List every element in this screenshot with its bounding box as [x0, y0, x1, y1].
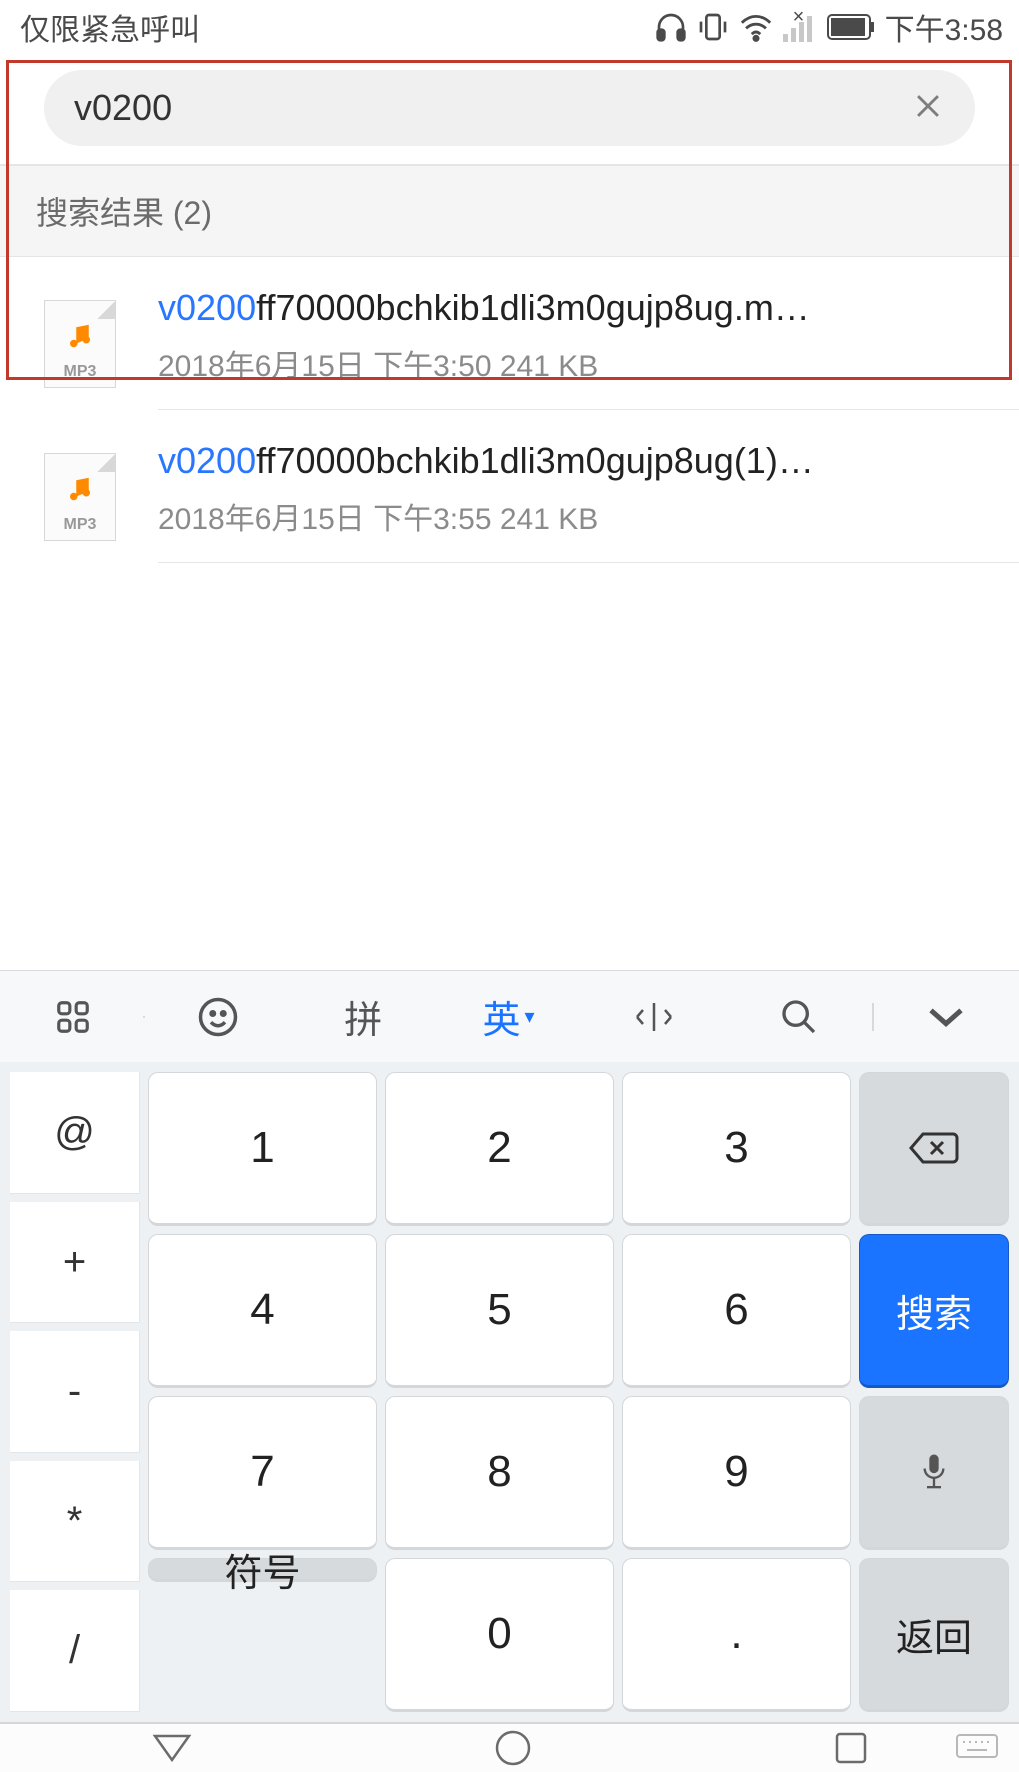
key-8[interactable]: 8	[385, 1396, 614, 1550]
search-action-key[interactable]: 搜索	[859, 1234, 1009, 1388]
key-2[interactable]: 2	[385, 1072, 614, 1226]
nav-recent-icon[interactable]	[834, 1731, 868, 1765]
nav-back-icon[interactable]	[151, 1732, 193, 1764]
file-name: v0200ff70000bchkib1dli3m0gujp8ug(1)…	[158, 440, 989, 482]
clock-label: 下午3:58	[885, 5, 1003, 49]
return-key[interactable]: 返回	[859, 1558, 1009, 1712]
search-bar	[0, 54, 1019, 166]
status-bar: 仅限紧急呼叫 × 下午3:58	[0, 0, 1019, 54]
key-9[interactable]: 9	[622, 1396, 851, 1550]
signal-icon: ×	[783, 12, 817, 42]
clear-icon[interactable]	[911, 89, 945, 128]
keyboard-english[interactable]: 英▾	[436, 989, 581, 1044]
key-star[interactable]: *	[10, 1461, 140, 1583]
keyboard-pinyin[interactable]: 拼	[291, 989, 436, 1044]
key-5[interactable]: 5	[385, 1234, 614, 1388]
mp3-file-icon: MP3	[44, 453, 116, 541]
results-list: MP3 v0200ff70000bchkib1dli3m0gujp8ug.m… …	[0, 257, 1019, 563]
voice-key[interactable]	[859, 1396, 1009, 1550]
key-1[interactable]: 1	[148, 1072, 377, 1226]
mp3-file-icon: MP3	[44, 300, 116, 388]
file-meta: 2018年6月15日 下午3:50 241 KB	[158, 341, 989, 385]
key-7[interactable]: 7	[148, 1396, 377, 1550]
search-field[interactable]	[44, 70, 975, 146]
key-3[interactable]: 3	[622, 1072, 851, 1226]
keyboard-apps-icon[interactable]	[0, 998, 145, 1036]
nav-bar	[0, 1722, 1019, 1772]
key-slash[interactable]: /	[10, 1590, 140, 1712]
key-symbols[interactable]: 符号	[148, 1558, 377, 1582]
carrier-label: 仅限紧急呼叫	[20, 5, 200, 49]
key-0[interactable]: 0	[385, 1558, 614, 1712]
file-ext-label: MP3	[64, 516, 97, 534]
keyboard-keys: @ 1 2 3 + 4 5 6 搜索 - 7 8 9 * 符号 0 . 返回 /	[0, 1062, 1019, 1722]
results-header: 搜索结果 (2)	[0, 166, 1019, 257]
key-plus[interactable]: +	[10, 1202, 140, 1324]
collapse-keyboard-icon[interactable]	[872, 1003, 1019, 1031]
key-at[interactable]: @	[10, 1072, 140, 1194]
cursor-move-icon[interactable]	[581, 997, 726, 1037]
file-ext-label: MP3	[64, 363, 97, 381]
emoji-icon[interactable]	[145, 996, 290, 1038]
keyboard-toolbar: 拼 英▾	[0, 970, 1019, 1062]
search-input[interactable]	[74, 87, 911, 129]
headphones-icon	[655, 11, 687, 43]
list-item[interactable]: MP3 v0200ff70000bchkib1dli3m0gujp8ug.m… …	[0, 257, 1019, 410]
file-meta: 2018年6月15日 下午3:55 241 KB	[158, 494, 989, 538]
keyboard: 拼 英▾ @ 1 2 3 + 4 5 6 搜索 - 7 8 9 * 符号 0	[0, 970, 1019, 1722]
wifi-icon	[739, 12, 773, 42]
key-dot[interactable]: .	[622, 1558, 851, 1712]
nav-keyboard-icon[interactable]	[955, 1733, 999, 1763]
list-item[interactable]: MP3 v0200ff70000bchkib1dli3m0gujp8ug(1)……	[0, 410, 1019, 563]
nav-home-icon[interactable]	[494, 1729, 532, 1767]
battery-icon	[827, 14, 875, 40]
status-icons: × 下午3:58	[655, 5, 1003, 49]
key-4[interactable]: 4	[148, 1234, 377, 1388]
key-minus[interactable]: -	[10, 1331, 140, 1453]
backspace-key[interactable]	[859, 1072, 1009, 1226]
key-6[interactable]: 6	[622, 1234, 851, 1388]
file-name: v0200ff70000bchkib1dli3m0gujp8ug.m…	[158, 287, 989, 329]
vibrate-icon	[697, 11, 729, 43]
search-icon[interactable]	[726, 997, 871, 1037]
